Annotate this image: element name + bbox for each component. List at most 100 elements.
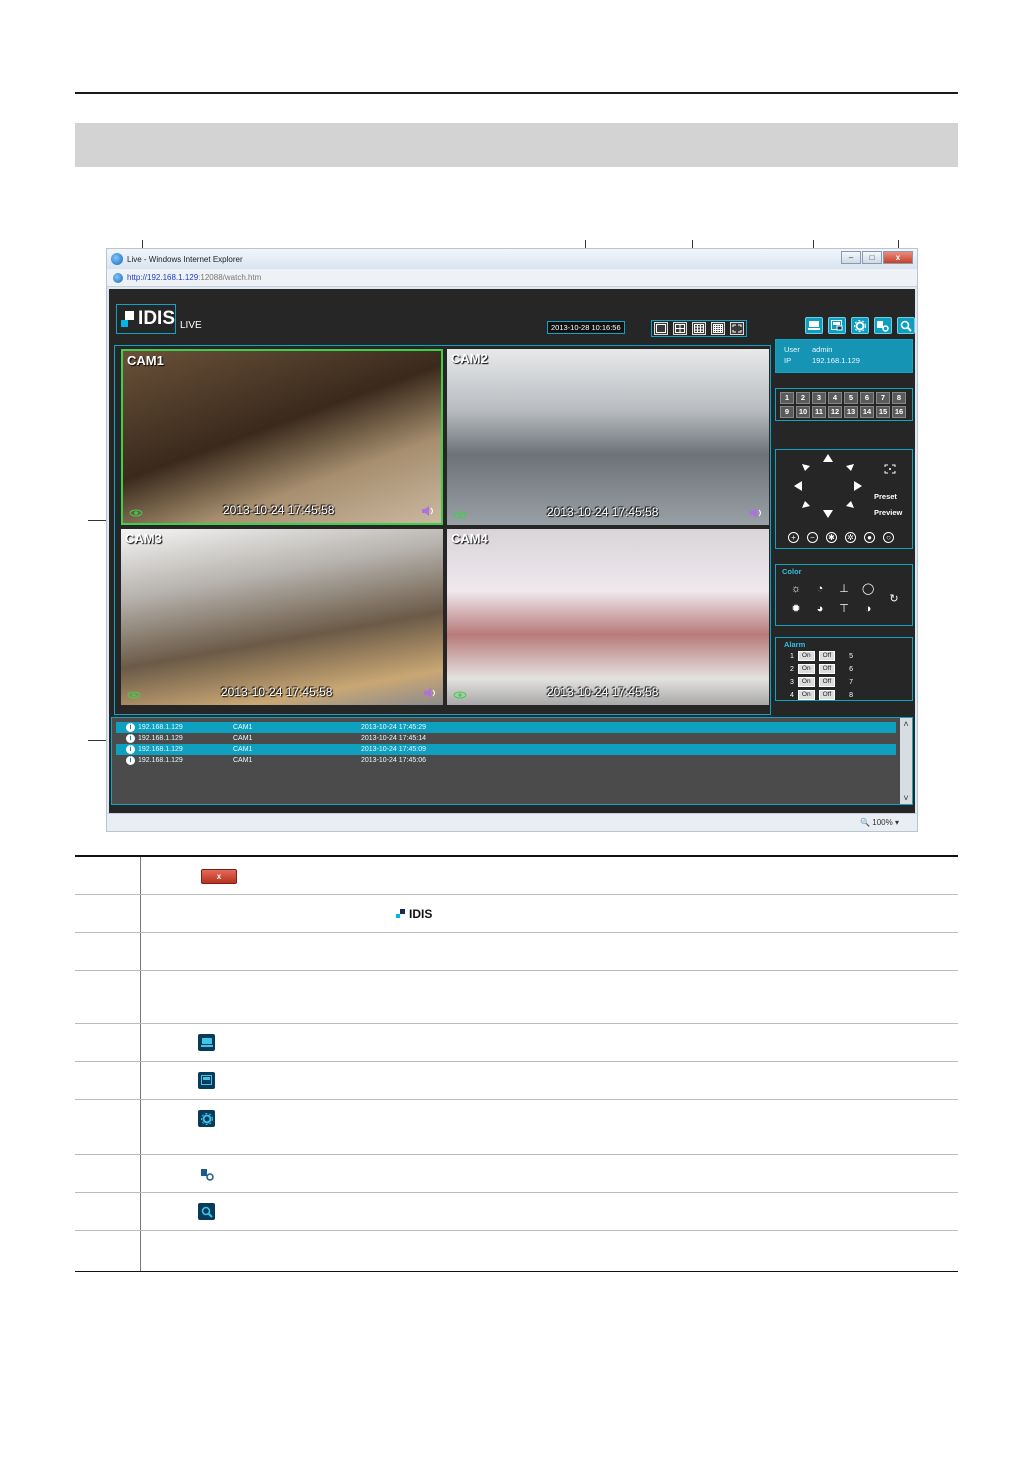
brightness-down-icon[interactable]: ✹ [790, 603, 802, 615]
monitor-icon [198, 1034, 215, 1051]
channel-button[interactable]: 11 [812, 406, 826, 418]
channel-button[interactable]: 8 [892, 392, 906, 404]
camera-setup-button[interactable] [874, 317, 892, 334]
saturation-up-icon[interactable]: ⊥ [838, 583, 850, 595]
event-row[interactable]: i 192.168.1.129 CAM1 2013-10-24 17:45:29 [116, 722, 896, 733]
event-log-scrollbar[interactable]: ˄ ˅ [900, 718, 912, 804]
camera-timestamp: 2013-10-24 17:45:58 [223, 503, 335, 517]
channel-button[interactable]: 3 [812, 392, 826, 404]
contrast-up-icon[interactable]: ◯ [862, 583, 874, 595]
layout-2x2-button[interactable] [673, 322, 687, 335]
channel-button[interactable]: 9 [780, 406, 794, 418]
ptz-down-arrow[interactable] [823, 510, 833, 518]
channel-button[interactable]: 1 [780, 392, 794, 404]
ptz-up-arrow[interactable] [823, 454, 833, 462]
ptz-left-arrow[interactable] [794, 481, 802, 491]
alarm-on-button[interactable]: On [797, 651, 815, 661]
alarm-row: 2 On Off 6 [790, 664, 853, 674]
layout-3x3-button[interactable] [692, 322, 706, 335]
settings-button[interactable] [851, 317, 869, 334]
page-icon [113, 272, 123, 283]
address-bar[interactable]: http://192.168.1.129:12088/watch.htm [107, 269, 917, 287]
event-row[interactable]: i 192.168.1.129 CAM1 2013-10-24 17:45:06 [116, 755, 896, 766]
reset-color-icon[interactable]: ↻ [888, 593, 900, 605]
brightness-up-icon[interactable]: ☼ [790, 583, 802, 595]
idis-logo-text: IDIS [409, 907, 433, 921]
channel-button[interactable]: 15 [876, 406, 890, 418]
alarm-off-button[interactable]: Off [818, 677, 836, 687]
remote-setup-button[interactable] [805, 317, 823, 334]
idis-logo[interactable]: IDIS [116, 304, 176, 334]
event-row[interactable]: i 192.168.1.129 CAM1 2013-10-24 17:45:09 [116, 744, 896, 755]
speaker-icon[interactable] [421, 505, 435, 517]
search-button[interactable] [897, 317, 915, 334]
camera-view-4[interactable]: CAM4 2013-10-24 17:45:58 [447, 529, 769, 705]
hue-up-icon[interactable]: ◔ [814, 583, 826, 595]
iris-close-icon[interactable]: ○ [883, 532, 894, 543]
zoom-level[interactable]: 🔍 100% ▾ [860, 818, 899, 827]
alarm-on-button[interactable]: On [797, 664, 815, 674]
layout-1x1-button[interactable] [654, 322, 668, 335]
contrast-down-icon[interactable]: ◑ [862, 603, 874, 615]
speaker-icon[interactable] [749, 507, 763, 519]
ptz-downleft-arrow[interactable] [802, 501, 810, 508]
table-row [75, 933, 958, 971]
alarm-off-button[interactable]: Off [818, 664, 836, 674]
scroll-down-icon[interactable]: ˅ [900, 792, 912, 804]
camera-view-3[interactable]: CAM3 2013-10-24 17:45:58 [121, 529, 443, 705]
ptz-right-arrow[interactable] [854, 481, 862, 491]
channel-button[interactable]: 10 [796, 406, 810, 418]
saturation-down-icon[interactable]: ⊤ [838, 603, 850, 615]
info-icon: i [126, 756, 135, 765]
alarm-on-button[interactable]: On [797, 677, 815, 687]
channel-button[interactable]: 6 [860, 392, 874, 404]
channel-button[interactable]: 2 [796, 392, 810, 404]
zoom-in-icon[interactable]: + [788, 532, 799, 543]
channel-button[interactable]: 5 [844, 392, 858, 404]
ptz-upleft-arrow[interactable] [802, 464, 810, 471]
event-time: 2013-10-24 17:45:29 [361, 724, 426, 731]
table-cell-desc: IDIS [141, 895, 958, 932]
minimize-button[interactable]: – [841, 251, 861, 264]
hue-down-icon[interactable]: ◕ [814, 603, 826, 615]
zoom-out-icon[interactable]: − [807, 532, 818, 543]
layout-3x3-icon [694, 324, 704, 333]
camera-gear-icon [877, 320, 889, 332]
snapshot-button[interactable] [828, 317, 846, 334]
alarm-off-button[interactable]: Off [818, 690, 836, 700]
preview-label[interactable]: Preview [874, 508, 902, 517]
focus-far-icon[interactable]: ✲ [845, 532, 856, 543]
event-row[interactable]: i 192.168.1.129 CAM1 2013-10-24 17:45:14 [116, 733, 896, 744]
scroll-up-icon[interactable]: ˄ [900, 718, 912, 730]
ptz-downright-arrow[interactable] [846, 501, 854, 508]
ptz-upright-arrow[interactable] [846, 464, 854, 471]
channel-button[interactable]: 13 [844, 406, 858, 418]
table-cell-number [75, 933, 141, 970]
picture-glyph [200, 1075, 212, 1085]
alarm-off-button[interactable]: Off [818, 651, 836, 661]
preset-label[interactable]: Preset [874, 492, 897, 501]
layout-4x4-button[interactable] [711, 322, 725, 335]
fullscreen-button[interactable] [730, 322, 744, 335]
camera-view-1[interactable]: CAM1 2013-10-24 17:45:58 [121, 349, 443, 525]
channel-button[interactable]: 7 [876, 392, 890, 404]
focus-near-icon[interactable]: ✱ [826, 532, 837, 543]
alarm-number: 8 [849, 691, 854, 699]
info-icon: i [126, 723, 135, 732]
focus-frame-icon[interactable] [884, 464, 896, 474]
alarm-on-button[interactable]: On [797, 690, 815, 700]
channel-button[interactable]: 16 [892, 406, 906, 418]
close-button[interactable]: x [883, 251, 913, 264]
table-cell-desc [141, 1062, 958, 1099]
gear-icon [198, 1110, 215, 1127]
event-log: i 192.168.1.129 CAM1 2013-10-24 17:45:29… [111, 717, 913, 805]
speaker-icon[interactable] [423, 687, 437, 699]
idis-mark-icon [396, 909, 405, 918]
channel-button[interactable]: 14 [860, 406, 874, 418]
alarm-number: 6 [849, 665, 854, 673]
camera-view-2[interactable]: CAM2 2013-10-24 17:45:58 [447, 349, 769, 525]
iris-open-icon[interactable]: ● [864, 532, 875, 543]
maximize-button[interactable]: □ [862, 251, 882, 264]
channel-button[interactable]: 4 [828, 392, 842, 404]
channel-button[interactable]: 12 [828, 406, 842, 418]
